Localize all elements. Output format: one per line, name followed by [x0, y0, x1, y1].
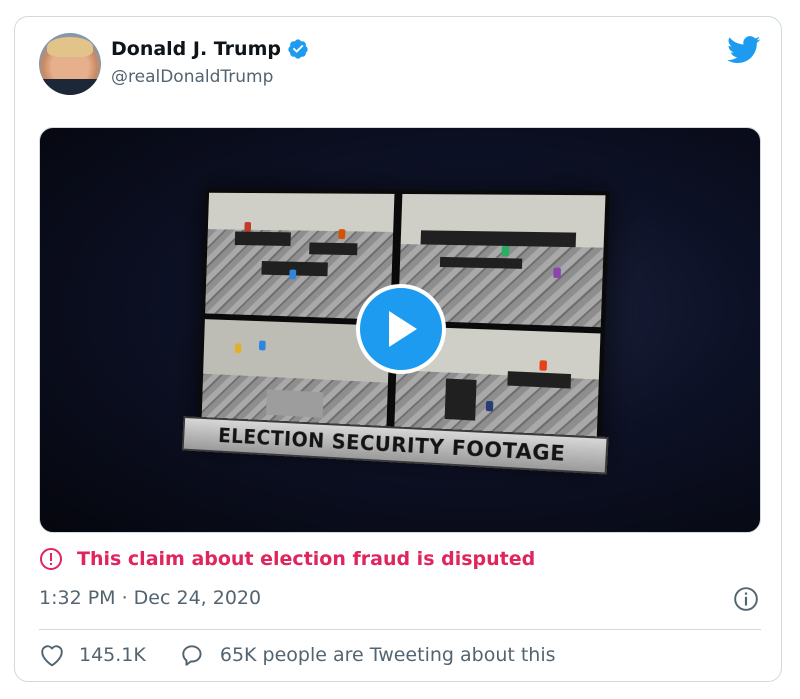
divider [39, 629, 761, 630]
tweet-stats: 145.1K 65K people are Tweeting about thi… [39, 643, 556, 667]
play-button[interactable] [356, 284, 446, 374]
avatar[interactable] [39, 33, 101, 95]
like-count: 145.1K [79, 644, 146, 666]
play-icon [389, 311, 417, 347]
disputed-claim-label[interactable]: This claim about election fraud is dispu… [39, 547, 535, 571]
heart-icon[interactable] [39, 643, 65, 667]
exclamation-circle-icon [40, 548, 62, 570]
author-name[interactable]: Donald J. Trump [111, 38, 281, 60]
verified-badge-icon [288, 39, 308, 59]
author-handle[interactable]: @realDonaldTrump [111, 67, 273, 87]
disputed-claim-text[interactable]: This claim about election fraud is dispu… [77, 548, 535, 570]
info-icon[interactable] [733, 586, 759, 612]
speech-bubble-icon[interactable] [180, 643, 206, 667]
tweet-timestamp[interactable]: 1:32 PM · Dec 24, 2020 [39, 587, 261, 609]
twitter-bird-icon[interactable] [727, 36, 761, 64]
tweet-card[interactable]: Donald J. Trump @realDonaldTrump ELECTIO… [14, 16, 782, 682]
video-player[interactable]: ELECTION SECURITY FOOTAGE [39, 127, 761, 533]
like-stat[interactable]: 145.1K [39, 643, 146, 667]
author-name-row[interactable]: Donald J. Trump [111, 38, 309, 60]
avatar-hair [47, 37, 93, 57]
avatar-suit [43, 79, 97, 95]
tweeting-text[interactable]: 65K people are Tweeting about this [220, 644, 556, 666]
tweeting-stat[interactable]: 65K people are Tweeting about this [180, 643, 556, 667]
